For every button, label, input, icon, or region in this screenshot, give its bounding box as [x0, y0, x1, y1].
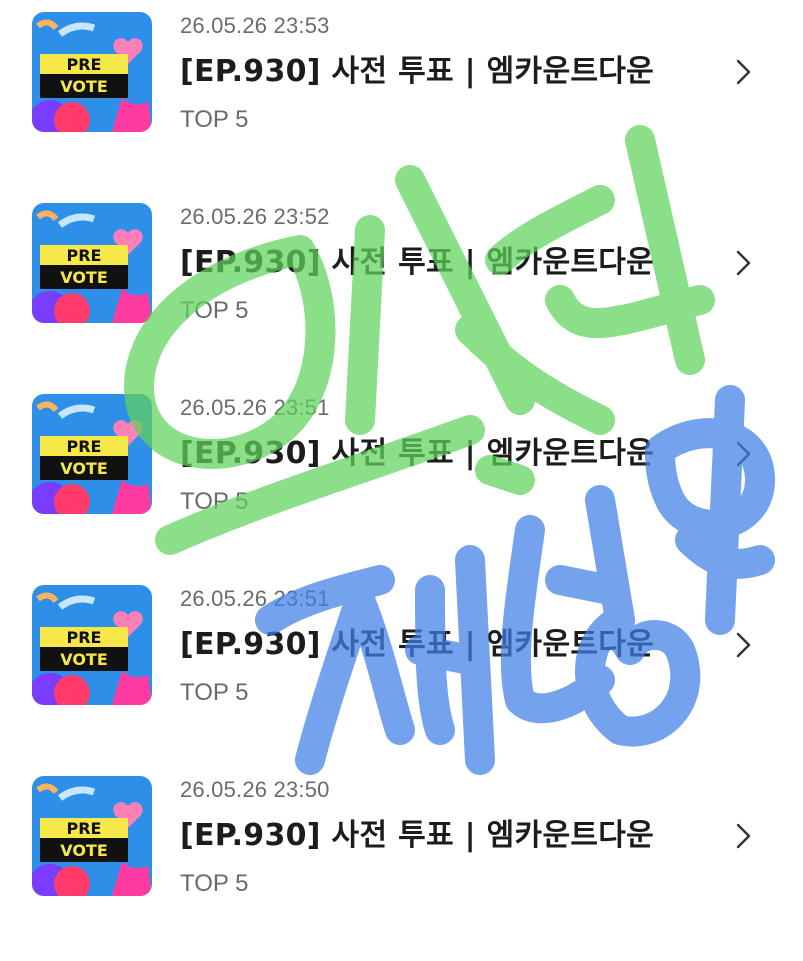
chevron-right-icon[interactable] — [733, 56, 755, 88]
svg-text:VOTE: VOTE — [60, 650, 108, 669]
vote-title: [EP.930] 사전 투표 | 엠카운트다운 — [180, 436, 655, 471]
vote-subtitle: TOP 5 — [180, 488, 249, 515]
vote-subtitle: TOP 5 — [180, 679, 249, 706]
vote-timestamp: 26.05.26 23:51 — [180, 395, 330, 420]
list-item[interactable]: PRE VOTE 26.05.26 23:52 [EP.930] 사전 투표 | … — [0, 191, 803, 324]
prevote-thumbnail-image: PRE VOTE — [32, 203, 152, 323]
list-item[interactable]: PRE VOTE 26.05.26 23:50 [EP.930] 사전 투표 | … — [0, 764, 803, 897]
svg-text:PRE: PRE — [67, 437, 102, 456]
vote-subtitle: TOP 5 — [180, 106, 249, 133]
vote-timestamp: 26.05.26 23:50 — [180, 777, 330, 802]
svg-text:PRE: PRE — [67, 55, 102, 74]
chevron-right-icon[interactable] — [733, 629, 755, 661]
vote-title: [EP.930] 사전 투표 | 엠카운트다운 — [180, 245, 655, 280]
vote-title: [EP.930] 사전 투표 | 엠카운트다운 — [180, 54, 655, 89]
prevote-thumbnail-image: PRE VOTE — [32, 585, 152, 705]
list-item[interactable]: PRE VOTE 26.05.26 23:51 [EP.930] 사전 투표 | … — [0, 573, 803, 706]
svg-text:PRE: PRE — [67, 628, 102, 647]
list-item[interactable]: PRE VOTE 26.05.26 23:51 [EP.930] 사전 투표 | … — [0, 382, 803, 515]
vote-title: [EP.930] 사전 투표 | 엠카운트다운 — [180, 818, 655, 853]
prevote-thumbnail-image: PRE VOTE — [32, 776, 152, 896]
svg-text:VOTE: VOTE — [60, 268, 108, 287]
vote-timestamp: 26.05.26 23:51 — [180, 586, 330, 611]
vote-subtitle: TOP 5 — [180, 297, 249, 324]
svg-text:VOTE: VOTE — [60, 841, 108, 860]
vote-subtitle: TOP 5 — [180, 870, 249, 897]
list-item[interactable]: PRE VOTE 26.05.26 23:53 [EP.930] 사전 투표 | … — [0, 0, 803, 133]
svg-text:VOTE: VOTE — [60, 77, 108, 96]
vote-history-screen: PRE VOTE 26.05.26 23:53 [EP.930] 사전 투표 | … — [0, 0, 803, 961]
svg-text:PRE: PRE — [67, 246, 102, 265]
chevron-right-icon[interactable] — [733, 438, 755, 470]
chevron-right-icon[interactable] — [733, 247, 755, 279]
chevron-right-icon[interactable] — [733, 820, 755, 852]
svg-text:VOTE: VOTE — [60, 459, 108, 478]
prevote-thumbnail-image: PRE VOTE — [32, 394, 152, 514]
svg-text:PRE: PRE — [67, 819, 102, 838]
vote-timestamp: 26.05.26 23:52 — [180, 204, 330, 229]
vote-title: [EP.930] 사전 투표 | 엠카운트다운 — [180, 627, 655, 662]
vote-timestamp: 26.05.26 23:53 — [180, 13, 330, 38]
prevote-thumbnail-image: PRE VOTE — [32, 12, 152, 132]
